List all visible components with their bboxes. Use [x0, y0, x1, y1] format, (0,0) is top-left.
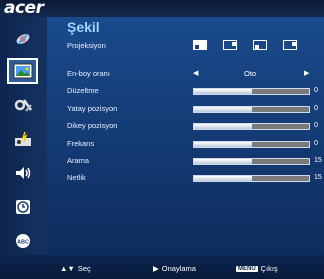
language-abc-icon[interactable]: ABC [8, 228, 38, 254]
frequency-label: Frekans [67, 139, 95, 148]
keystone-label: Düzeltme [67, 86, 99, 95]
aspect-ratio-value: Oto [244, 69, 257, 78]
confirm-label: Onaylama [161, 264, 196, 273]
confirm-hint: ▶ Onaylama [153, 264, 196, 273]
timer-clock-icon[interactable] [8, 194, 38, 220]
v-position-label: Dikey pozisyon [67, 121, 118, 130]
h-position-label: Yatay pozisyon [67, 104, 118, 113]
aspect-left-arrow-icon[interactable]: ◀ [193, 69, 198, 77]
frequency-slider[interactable] [193, 141, 310, 148]
right-arrow-icon: ▶ [153, 264, 159, 273]
projection-rear-ceiling-icon[interactable] [283, 40, 297, 50]
sharpness-slider[interactable] [193, 175, 310, 182]
slider-fill [194, 124, 252, 129]
projection-front-desk-icon[interactable] [193, 40, 207, 50]
menu-panel [47, 17, 324, 255]
frequency-value: 0 [314, 140, 318, 147]
color-satellite-icon[interactable] [8, 26, 38, 52]
slider-fill [194, 142, 252, 147]
select-label: Seç [77, 264, 91, 273]
slider-fill [194, 89, 252, 94]
svg-text:ABC: ABC [17, 240, 29, 246]
aspect-ratio-label: En-boy oranı [67, 69, 110, 78]
top-bar: acer [0, 0, 324, 18]
h-position-value: 0 [314, 105, 318, 112]
menu-key-icon: MENU [236, 265, 258, 272]
aspect-right-arrow-icon[interactable]: ▶ [304, 69, 309, 77]
keystone-value: 0 [314, 87, 318, 94]
keystone-slider[interactable] [193, 88, 310, 95]
projection-front-ceiling-icon[interactable] [223, 40, 237, 50]
page-title: Şekil [67, 19, 100, 35]
h-position-slider[interactable] [193, 106, 310, 113]
v-position-value: 0 [314, 122, 318, 129]
image-picture-icon[interactable] [7, 58, 38, 84]
projection-label: Projeksiyon [67, 41, 106, 50]
exit-label: Çıkış [260, 264, 278, 273]
slider-fill [194, 107, 252, 112]
tracking-slider[interactable] [193, 158, 310, 165]
acer-logo: acer [4, 0, 44, 18]
settings-tools-icon[interactable] [8, 92, 38, 118]
v-position-slider[interactable] [193, 123, 310, 130]
sharpness-label: Netlik [67, 173, 86, 182]
tracking-value: 15 [314, 157, 322, 164]
exit-hint: MENU Çıkış [236, 264, 278, 273]
sharpness-value: 15 [314, 174, 322, 181]
tracking-label: Arama [67, 156, 90, 165]
slider-fill [194, 159, 252, 164]
audio-speaker-icon[interactable] [8, 160, 38, 186]
projection-rear-desk-icon[interactable] [253, 40, 267, 50]
up-down-arrows-icon: ▲▼ [60, 264, 75, 273]
footer-hint-bar: ▲▼ Seç ▶ Onaylama MENU Çıkış [0, 255, 324, 279]
projector-management-icon[interactable] [8, 126, 38, 152]
sidebar: ABC [0, 17, 47, 255]
select-hint: ▲▼ Seç [60, 264, 91, 273]
slider-fill [194, 176, 252, 181]
